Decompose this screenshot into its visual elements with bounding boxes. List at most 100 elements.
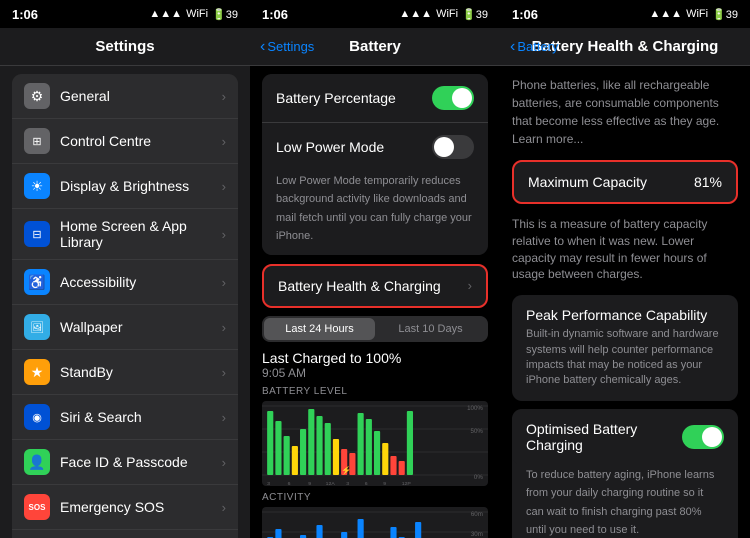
time-2: 1:06: [262, 7, 288, 22]
settings-item-exposure[interactable]: ◎ Exposure Notifications ›: [12, 530, 238, 538]
general-icon: ⚙: [24, 83, 50, 109]
signal-icon-3: ▲▲▲: [649, 8, 682, 20]
display-icon: ☀: [24, 173, 50, 199]
home-screen-icon: ⊟: [24, 221, 50, 247]
low-power-label: Low Power Mode: [276, 139, 384, 155]
battery-panel: 1:06 ▲▲▲ WiFi 🔋39 ‹ Settings Battery Bat…: [250, 0, 500, 538]
activity-chart-svg: 60m 30m 0m 3: [262, 507, 488, 538]
low-power-switch[interactable]: [432, 135, 474, 159]
battery-chart: 100% 50% 0%: [262, 401, 488, 486]
battery-title: Battery: [349, 38, 401, 55]
settings-group-1: ⚙ General › ⊞ Control Centre › ☀ Display…: [12, 74, 238, 538]
battery-percentage-label: Battery Percentage: [276, 90, 396, 106]
optimized-section: Optimised Battery Charging To reduce bat…: [512, 409, 738, 538]
battery-percentage-toggle[interactable]: Battery Percentage: [262, 74, 488, 123]
home-screen-label: Home Screen & App Library: [60, 218, 222, 250]
charge-info: Last Charged to 100% 9:05 AM: [262, 350, 488, 380]
max-capacity-label: Maximum Capacity: [528, 174, 647, 190]
activity-section: ACTIVITY 60m 30m 0m: [262, 492, 488, 538]
settings-nav: Settings: [0, 28, 250, 66]
status-bar-2: 1:06 ▲▲▲ WiFi 🔋39: [250, 0, 500, 28]
battery-back[interactable]: ‹ Settings: [260, 38, 314, 56]
health-back[interactable]: ‹ Battery: [510, 38, 559, 56]
toggle-knob-on: [452, 88, 472, 108]
accessibility-icon: ♿: [24, 269, 50, 295]
battery-health-chevron: ›: [468, 278, 472, 293]
battery-percentage-switch[interactable]: [432, 86, 474, 110]
settings-title: Settings: [95, 38, 154, 55]
time-tabs: Last 24 Hours Last 10 Days: [262, 316, 488, 342]
settings-item-home-screen[interactable]: ⊟ Home Screen & App Library ›: [12, 209, 238, 260]
wifi-icon-3: WiFi: [686, 8, 708, 20]
control-centre-label: Control Centre: [60, 133, 222, 149]
optimized-switch[interactable]: [682, 425, 724, 449]
peak-perf-label: Peak Performance Capability: [526, 307, 724, 323]
settings-item-wallpaper[interactable]: 🖼 Wallpaper ›: [12, 305, 238, 350]
standby-label: StandBy: [60, 364, 222, 380]
status-icons-2: ▲▲▲ WiFi 🔋39: [399, 8, 488, 21]
back-chevron-2: ‹: [260, 38, 265, 56]
svg-text:6: 6: [288, 481, 291, 486]
settings-item-faceid[interactable]: 👤 Face ID & Passcode ›: [12, 440, 238, 485]
peak-perf-note: Built-in dynamic software and hardware s…: [526, 327, 724, 389]
settings-item-general[interactable]: ⚙ General ›: [12, 74, 238, 119]
time-1: 1:06: [12, 7, 38, 22]
capacity-note: This is a measure of battery capacity re…: [512, 212, 738, 295]
battery-scroll[interactable]: Battery Percentage Low Power Mode Low Po…: [250, 66, 500, 538]
svg-text:9: 9: [383, 481, 386, 486]
svg-text:6: 6: [365, 481, 368, 486]
battery-icon-3: 🔋39: [712, 8, 738, 21]
charge-title: Last Charged to 100%: [262, 350, 488, 366]
svg-text:12P: 12P: [402, 481, 412, 486]
tab-10d[interactable]: Last 10 Days: [375, 318, 486, 340]
settings-panel: 1:06 ▲▲▲ WiFi 🔋39 Settings ⚙ General › ⊞…: [0, 0, 250, 538]
max-capacity-value: 81%: [694, 174, 722, 190]
sos-label: Emergency SOS: [60, 499, 222, 515]
status-bar-1: 1:06 ▲▲▲ WiFi 🔋39: [0, 0, 250, 28]
activity-chart: 60m 30m 0m 3: [262, 507, 488, 538]
battery-nav: ‹ Settings Battery: [250, 28, 500, 66]
status-bar-3: 1:06 ▲▲▲ WiFi 🔋39: [500, 0, 750, 28]
faceid-label: Face ID & Passcode: [60, 454, 222, 470]
battery-icon-2: 🔋39: [462, 8, 488, 21]
display-label: Display & Brightness: [60, 178, 222, 194]
toggle-knob-off: [434, 137, 454, 157]
svg-text:⚡: ⚡: [341, 465, 351, 476]
charge-time: 9:05 AM: [262, 366, 488, 380]
battery-level-label: BATTERY LEVEL: [262, 386, 488, 397]
battery-icon: 🔋39: [212, 8, 238, 21]
optimized-toggle[interactable]: Optimised Battery Charging: [512, 409, 738, 465]
wifi-icon-2: WiFi: [436, 8, 458, 20]
settings-item-siri[interactable]: ◉ Siri & Search ›: [12, 395, 238, 440]
settings-item-control-centre[interactable]: ⊞ Control Centre ›: [12, 119, 238, 164]
settings-item-accessibility[interactable]: ♿ Accessibility ›: [12, 260, 238, 305]
time-3: 1:06: [512, 7, 538, 22]
settings-item-standby[interactable]: ★ StandBy ›: [12, 350, 238, 395]
standby-icon: ★: [24, 359, 50, 385]
svg-text:12A: 12A: [326, 481, 336, 486]
svg-text:60m: 60m: [471, 511, 483, 518]
settings-item-display[interactable]: ☀ Display & Brightness ›: [12, 164, 238, 209]
tab-24h[interactable]: Last 24 Hours: [264, 318, 375, 340]
low-power-note: Low Power Mode temporarily reduces backg…: [262, 167, 488, 255]
settings-list[interactable]: ⚙ General › ⊞ Control Centre › ☀ Display…: [0, 66, 250, 538]
back-label-3: Battery: [517, 39, 558, 54]
back-label-2: Settings: [267, 39, 314, 54]
sos-icon: SOS: [24, 494, 50, 520]
optimized-note: To reduce battery aging, iPhone learns f…: [526, 469, 714, 538]
health-scroll[interactable]: Phone batteries, like all rechargeable b…: [500, 66, 750, 538]
battery-percentage-row: Battery Percentage Low Power Mode Low Po…: [262, 74, 488, 255]
battery-health-row[interactable]: Battery Health & Charging ›: [262, 264, 488, 308]
svg-text:30m: 30m: [471, 531, 483, 538]
signal-icon: ▲▲▲: [149, 8, 182, 20]
svg-text:3: 3: [267, 481, 270, 486]
control-centre-icon: ⊞: [24, 128, 50, 154]
settings-item-sos[interactable]: SOS Emergency SOS ›: [12, 485, 238, 530]
health-nav: ‹ Battery Battery Health & Charging: [500, 28, 750, 66]
battery-chart-section: BATTERY LEVEL 100% 50% 0%: [262, 386, 488, 486]
wallpaper-icon: 🖼: [24, 314, 50, 340]
status-icons-3: ▲▲▲ WiFi 🔋39: [649, 8, 738, 21]
health-panel: 1:06 ▲▲▲ WiFi 🔋39 ‹ Battery Battery Heal…: [500, 0, 750, 538]
low-power-toggle[interactable]: Low Power Mode: [262, 123, 488, 167]
low-power-note-text: Low Power Mode temporarily reduces backg…: [276, 175, 472, 242]
